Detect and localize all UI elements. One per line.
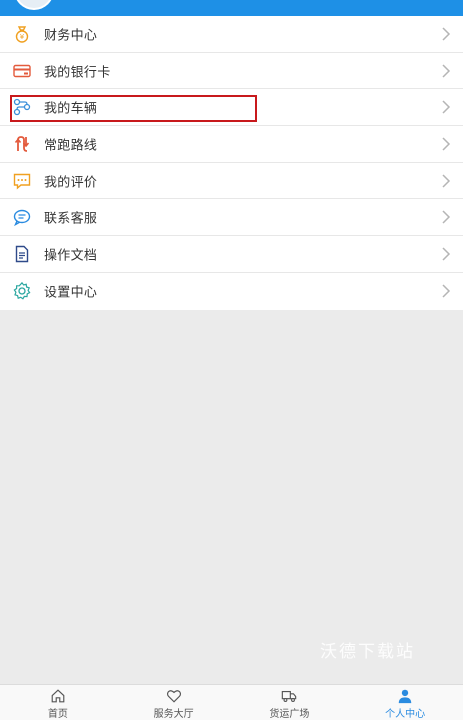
chevron-right-icon [442, 210, 451, 224]
svg-text:¥: ¥ [20, 33, 25, 41]
money-bag-icon: ¥ [15, 26, 29, 43]
profile-menu-list: ¥ 财务中心 我的银行卡 我的车辆 常跑路线 我的评价 联系客服 操作文档 设置… [0, 16, 463, 310]
bottom-tab-bar: 首页 服务大厅 货运广场 个人中心 [0, 684, 463, 720]
menu-item-my-reviews[interactable]: 我的评价 [0, 163, 463, 200]
menu-item-label: 我的车辆 [44, 101, 98, 117]
chevron-right-icon [442, 174, 451, 188]
route-arrows-icon [14, 136, 30, 152]
vehicle-route-icon [13, 99, 31, 116]
tab-label: 服务大厅 [153, 709, 194, 720]
truck-icon [282, 690, 297, 702]
watermark-text: 沃德下载站 [320, 642, 415, 662]
menu-item-label: 设置中心 [44, 285, 98, 301]
document-icon [15, 245, 29, 263]
tab-personal-center[interactable]: 个人中心 [347, 685, 463, 720]
menu-item-bank-card[interactable]: 我的银行卡 [0, 53, 463, 90]
chevron-right-icon [442, 137, 451, 151]
chevron-right-icon [442, 284, 451, 298]
tab-label: 首页 [47, 709, 68, 720]
menu-item-my-vehicles[interactable]: 我的车辆 [0, 89, 463, 127]
menu-item-label: 操作文档 [44, 248, 98, 264]
menu-item-operation-docs[interactable]: 操作文档 [0, 236, 463, 273]
menu-item-frequent-routes[interactable]: 常跑路线 [0, 126, 463, 163]
menu-item-label: 常跑路线 [44, 138, 98, 154]
tab-home[interactable]: 首页 [0, 685, 116, 720]
chat-bubble-icon [13, 210, 31, 227]
menu-item-label: 财务中心 [44, 28, 98, 44]
gear-icon [13, 282, 31, 300]
tab-label: 货运广场 [269, 709, 310, 720]
menu-item-customer-service[interactable]: 联系客服 [0, 199, 463, 237]
menu-item-settings-center[interactable]: 设置中心 [0, 273, 463, 310]
bank-card-icon [13, 64, 31, 77]
top-header-bar [0, 0, 463, 16]
chevron-right-icon [442, 100, 451, 114]
tab-service-hall[interactable]: 服务大厅 [116, 685, 232, 720]
chevron-right-icon [442, 64, 451, 78]
tab-label: 个人中心 [385, 709, 426, 720]
menu-item-finance-center[interactable]: ¥ 财务中心 [0, 16, 463, 53]
menu-item-label: 我的评价 [44, 175, 98, 191]
comment-icon [13, 173, 31, 190]
chevron-right-icon [442, 247, 451, 261]
avatar[interactable] [14, 0, 54, 10]
person-icon [398, 689, 412, 704]
heart-icon [166, 690, 181, 703]
home-icon [51, 689, 65, 703]
chevron-right-icon [442, 27, 451, 41]
menu-item-label: 联系客服 [44, 211, 98, 227]
tab-freight-plaza[interactable]: 货运广场 [232, 685, 348, 720]
menu-item-label: 我的银行卡 [44, 65, 111, 81]
